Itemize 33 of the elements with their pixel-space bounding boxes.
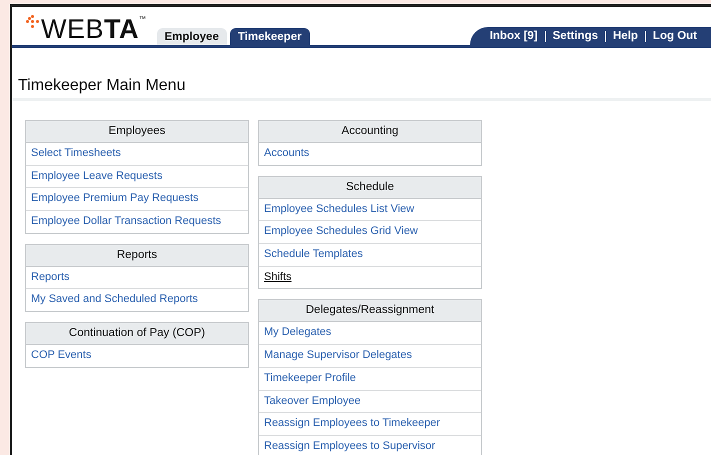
nav-tab[interactable]: Timekeeper: [230, 28, 310, 45]
nav-tab[interactable]: Employee: [156, 28, 227, 45]
section-header: Continuation of Pay (COP): [26, 323, 248, 346]
section-header: Delegates/Reassignment: [259, 300, 481, 322]
menu-link[interactable]: Takeover Employee: [259, 390, 481, 412]
menu-link[interactable]: Employee Premium Pay Requests: [26, 187, 248, 210]
menu-link[interactable]: Reassign Employees to Supervisor: [259, 434, 481, 455]
section-header: Accounting: [259, 121, 481, 143]
menu-link[interactable]: Employee Schedules List View: [259, 198, 481, 220]
menu-link[interactable]: Manage Supervisor Delegates: [259, 344, 481, 367]
menu-link[interactable]: My Delegates: [259, 322, 481, 344]
menu-link[interactable]: Employee Leave Requests: [26, 164, 248, 188]
menu-link[interactable]: My Saved and Scheduled Reports: [26, 288, 248, 312]
menu-link[interactable]: Accounts: [259, 143, 481, 165]
menu-link[interactable]: Timekeeper Profile: [259, 366, 481, 390]
top-link[interactable]: Help: [613, 30, 638, 42]
logo-wordmark: WEBTA$^{™}$: [41, 16, 147, 43]
section-header: Schedule: [259, 176, 481, 199]
menu-link[interactable]: COP Events: [26, 345, 248, 367]
menu-link[interactable]: Employee Schedules Grid View: [259, 220, 481, 244]
top-link[interactable]: Log Out: [652, 30, 697, 42]
menu-link[interactable]: Reports: [26, 266, 248, 288]
page-title: Timekeeper Main Menu: [12, 48, 711, 101]
section-header: Reports: [26, 244, 248, 267]
menu-link[interactable]: Shifts: [259, 266, 481, 288]
menu-link[interactable]: Employee Dollar Transaction Requests: [26, 210, 248, 233]
section-header: Employees: [26, 121, 248, 143]
menu-link[interactable]: Select Timesheets: [26, 143, 248, 165]
menu-link[interactable]: Reassign Employees to Timekeeper: [259, 412, 481, 435]
top-link[interactable]: Settings: [552, 30, 598, 42]
menu-link[interactable]: Schedule Templates: [259, 243, 481, 266]
top-link[interactable]: Inbox [9]: [490, 30, 538, 42]
dots-logo-icon: [26, 15, 39, 28]
